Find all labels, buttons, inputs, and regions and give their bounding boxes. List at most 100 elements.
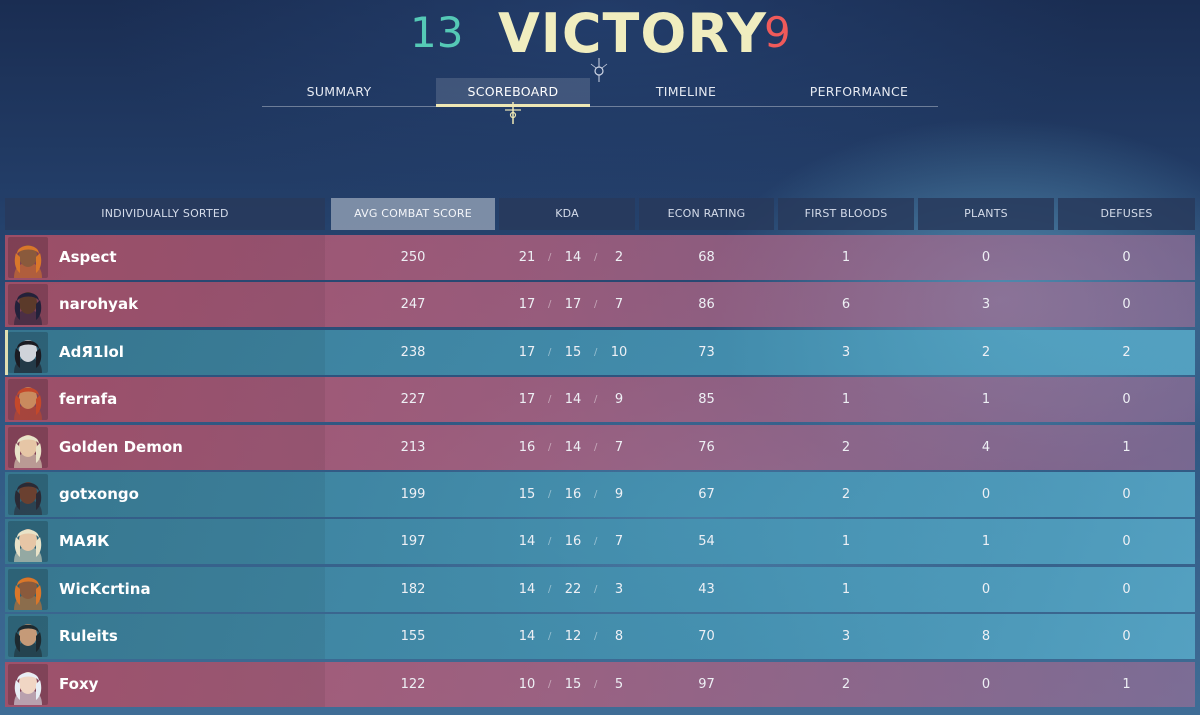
kda-separator: / <box>594 394 598 406</box>
plants-value: 0 <box>981 487 991 502</box>
kills-value: 10 <box>518 676 536 692</box>
defuses-value: 0 <box>1122 392 1131 408</box>
kills-value: 14 <box>518 534 536 550</box>
econ-rating-value: 43 <box>698 581 715 597</box>
player-name: МАЯК <box>59 532 110 551</box>
kills-value: 21 <box>518 250 536 265</box>
assists-value: 9 <box>614 392 624 408</box>
kda-separator: / <box>594 489 598 500</box>
plants-value: 2 <box>981 344 991 360</box>
econ-rating-value: 97 <box>698 676 715 692</box>
avg-combat-score-value: 250 <box>400 250 426 265</box>
match-result-title: VICTORY <box>498 2 767 65</box>
player-name: Aspect <box>59 248 117 266</box>
plants-value: 3 <box>981 297 991 313</box>
player-cell: МАЯК <box>5 519 325 565</box>
first-bloods-value: 2 <box>841 439 851 455</box>
player-cell: Golden Demon <box>5 424 325 470</box>
first-bloods-value: 3 <box>841 344 851 360</box>
table-row[interactable]: WicKcrtina 182 43 1 0 0 14 22 3 / / <box>5 566 1195 612</box>
kda-separator: / <box>594 678 598 690</box>
table-row[interactable]: Aspect 250 68 1 0 0 21 14 2 / / <box>5 235 1195 280</box>
plants-value: 1 <box>981 392 991 408</box>
tab-performance[interactable]: PERFORMANCE <box>782 78 936 106</box>
match-header: 13 VICTORY 9 <box>0 0 1200 65</box>
table-row[interactable]: narohyak 247 86 6 3 0 17 17 7 / / <box>5 282 1195 328</box>
player-cell: AdЯ1lol <box>5 329 325 375</box>
plants-value: 0 <box>981 676 991 692</box>
kills-value: 17 <box>518 392 536 408</box>
player-name: ferrafa <box>59 390 118 409</box>
econ-rating-value: 54 <box>698 534 715 550</box>
tab-summary[interactable]: SUMMARY <box>262 78 416 106</box>
player-cell: Foxy <box>5 661 325 707</box>
kda-separator: / <box>548 394 552 406</box>
agent-portrait-icon <box>8 474 48 515</box>
avg-combat-score-value: 182 <box>400 581 426 597</box>
avg-combat-score-value: 213 <box>400 439 426 455</box>
kda-separator: / <box>548 252 552 263</box>
table-row[interactable]: ferrafa 227 85 1 1 0 17 14 9 / / <box>5 377 1195 423</box>
kda-separator: / <box>548 678 552 690</box>
player-cell: WicKcrtina <box>5 566 325 612</box>
table-row[interactable]: МАЯК 197 54 1 1 0 14 16 7 / / <box>5 519 1195 565</box>
player-name: Foxy <box>59 674 99 693</box>
econ-rating-value: 70 <box>698 629 715 645</box>
tab-timeline[interactable]: TIMELINE <box>609 78 763 106</box>
column-header-first-bloods[interactable]: FIRST BLOODS <box>778 198 914 230</box>
deaths-value: 12 <box>564 629 582 645</box>
assists-value: 7 <box>614 534 624 550</box>
table-header-row: INDIVIDUALLY SORTED AVG COMBAT SCORE KDA… <box>5 198 1195 230</box>
assists-value: 9 <box>614 487 624 502</box>
first-bloods-value: 3 <box>841 629 851 645</box>
table-row[interactable]: AdЯ1lol 238 73 3 2 2 17 15 10 / / <box>5 329 1195 375</box>
kills-value: 15 <box>518 487 536 502</box>
table-row[interactable]: Golden Demon 213 76 2 4 1 16 14 7 / / <box>5 424 1195 470</box>
defuses-value: 2 <box>1122 344 1131 360</box>
assists-value: 8 <box>614 629 624 645</box>
column-header-defuses[interactable]: DEFUSES <box>1058 198 1195 230</box>
column-header-plants[interactable]: PLANTS <box>918 198 1054 230</box>
econ-rating-value: 86 <box>698 297 715 313</box>
first-bloods-value: 1 <box>841 581 851 597</box>
table-row[interactable]: gotxongo 199 67 2 0 0 15 16 9 / / <box>5 472 1195 517</box>
column-header-sort-mode[interactable]: INDIVIDUALLY SORTED <box>5 198 325 230</box>
agent-portrait-icon <box>8 616 48 658</box>
avg-combat-score-value: 122 <box>400 676 426 692</box>
econ-rating-value: 85 <box>698 392 715 408</box>
player-cell: narohyak <box>5 282 325 328</box>
econ-rating-value: 73 <box>698 344 715 360</box>
kda-separator: / <box>548 299 552 311</box>
econ-rating-value: 76 <box>698 439 715 455</box>
player-cell: Aspect <box>5 235 325 280</box>
kills-value: 17 <box>518 297 536 313</box>
agent-portrait-icon <box>8 331 48 373</box>
first-bloods-value: 1 <box>841 250 851 265</box>
assists-value: 7 <box>614 297 624 313</box>
ally-score: 13 <box>410 8 464 57</box>
defuses-value: 0 <box>1122 487 1131 502</box>
kda-separator: / <box>548 346 552 358</box>
avg-combat-score-value: 227 <box>400 392 426 408</box>
assists-value: 2 <box>614 250 624 265</box>
column-header-econ[interactable]: ECON RATING <box>639 198 774 230</box>
player-cell: ferrafa <box>5 377 325 423</box>
column-header-acs[interactable]: AVG COMBAT SCORE <box>331 198 495 230</box>
deaths-value: 16 <box>564 487 582 502</box>
plants-value: 0 <box>981 250 991 265</box>
agent-portrait-icon <box>8 663 48 705</box>
agent-portrait-icon <box>8 237 48 278</box>
deaths-value: 22 <box>564 581 582 597</box>
kda-separator: / <box>548 583 552 595</box>
player-name: Ruleits <box>59 627 118 646</box>
agent-portrait-icon <box>8 521 48 563</box>
defuses-value: 1 <box>1122 439 1131 455</box>
table-row[interactable]: Ruleits 155 70 3 8 0 14 12 8 / / <box>5 614 1195 660</box>
avg-combat-score-value: 238 <box>400 344 426 360</box>
table-row[interactable]: Foxy 122 97 2 0 1 10 15 5 / / <box>5 661 1195 707</box>
deaths-value: 16 <box>564 534 582 550</box>
kills-value: 16 <box>518 439 536 455</box>
agent-portrait-icon <box>8 284 48 326</box>
player-cell: gotxongo <box>5 472 325 517</box>
column-header-kda[interactable]: KDA <box>499 198 635 230</box>
